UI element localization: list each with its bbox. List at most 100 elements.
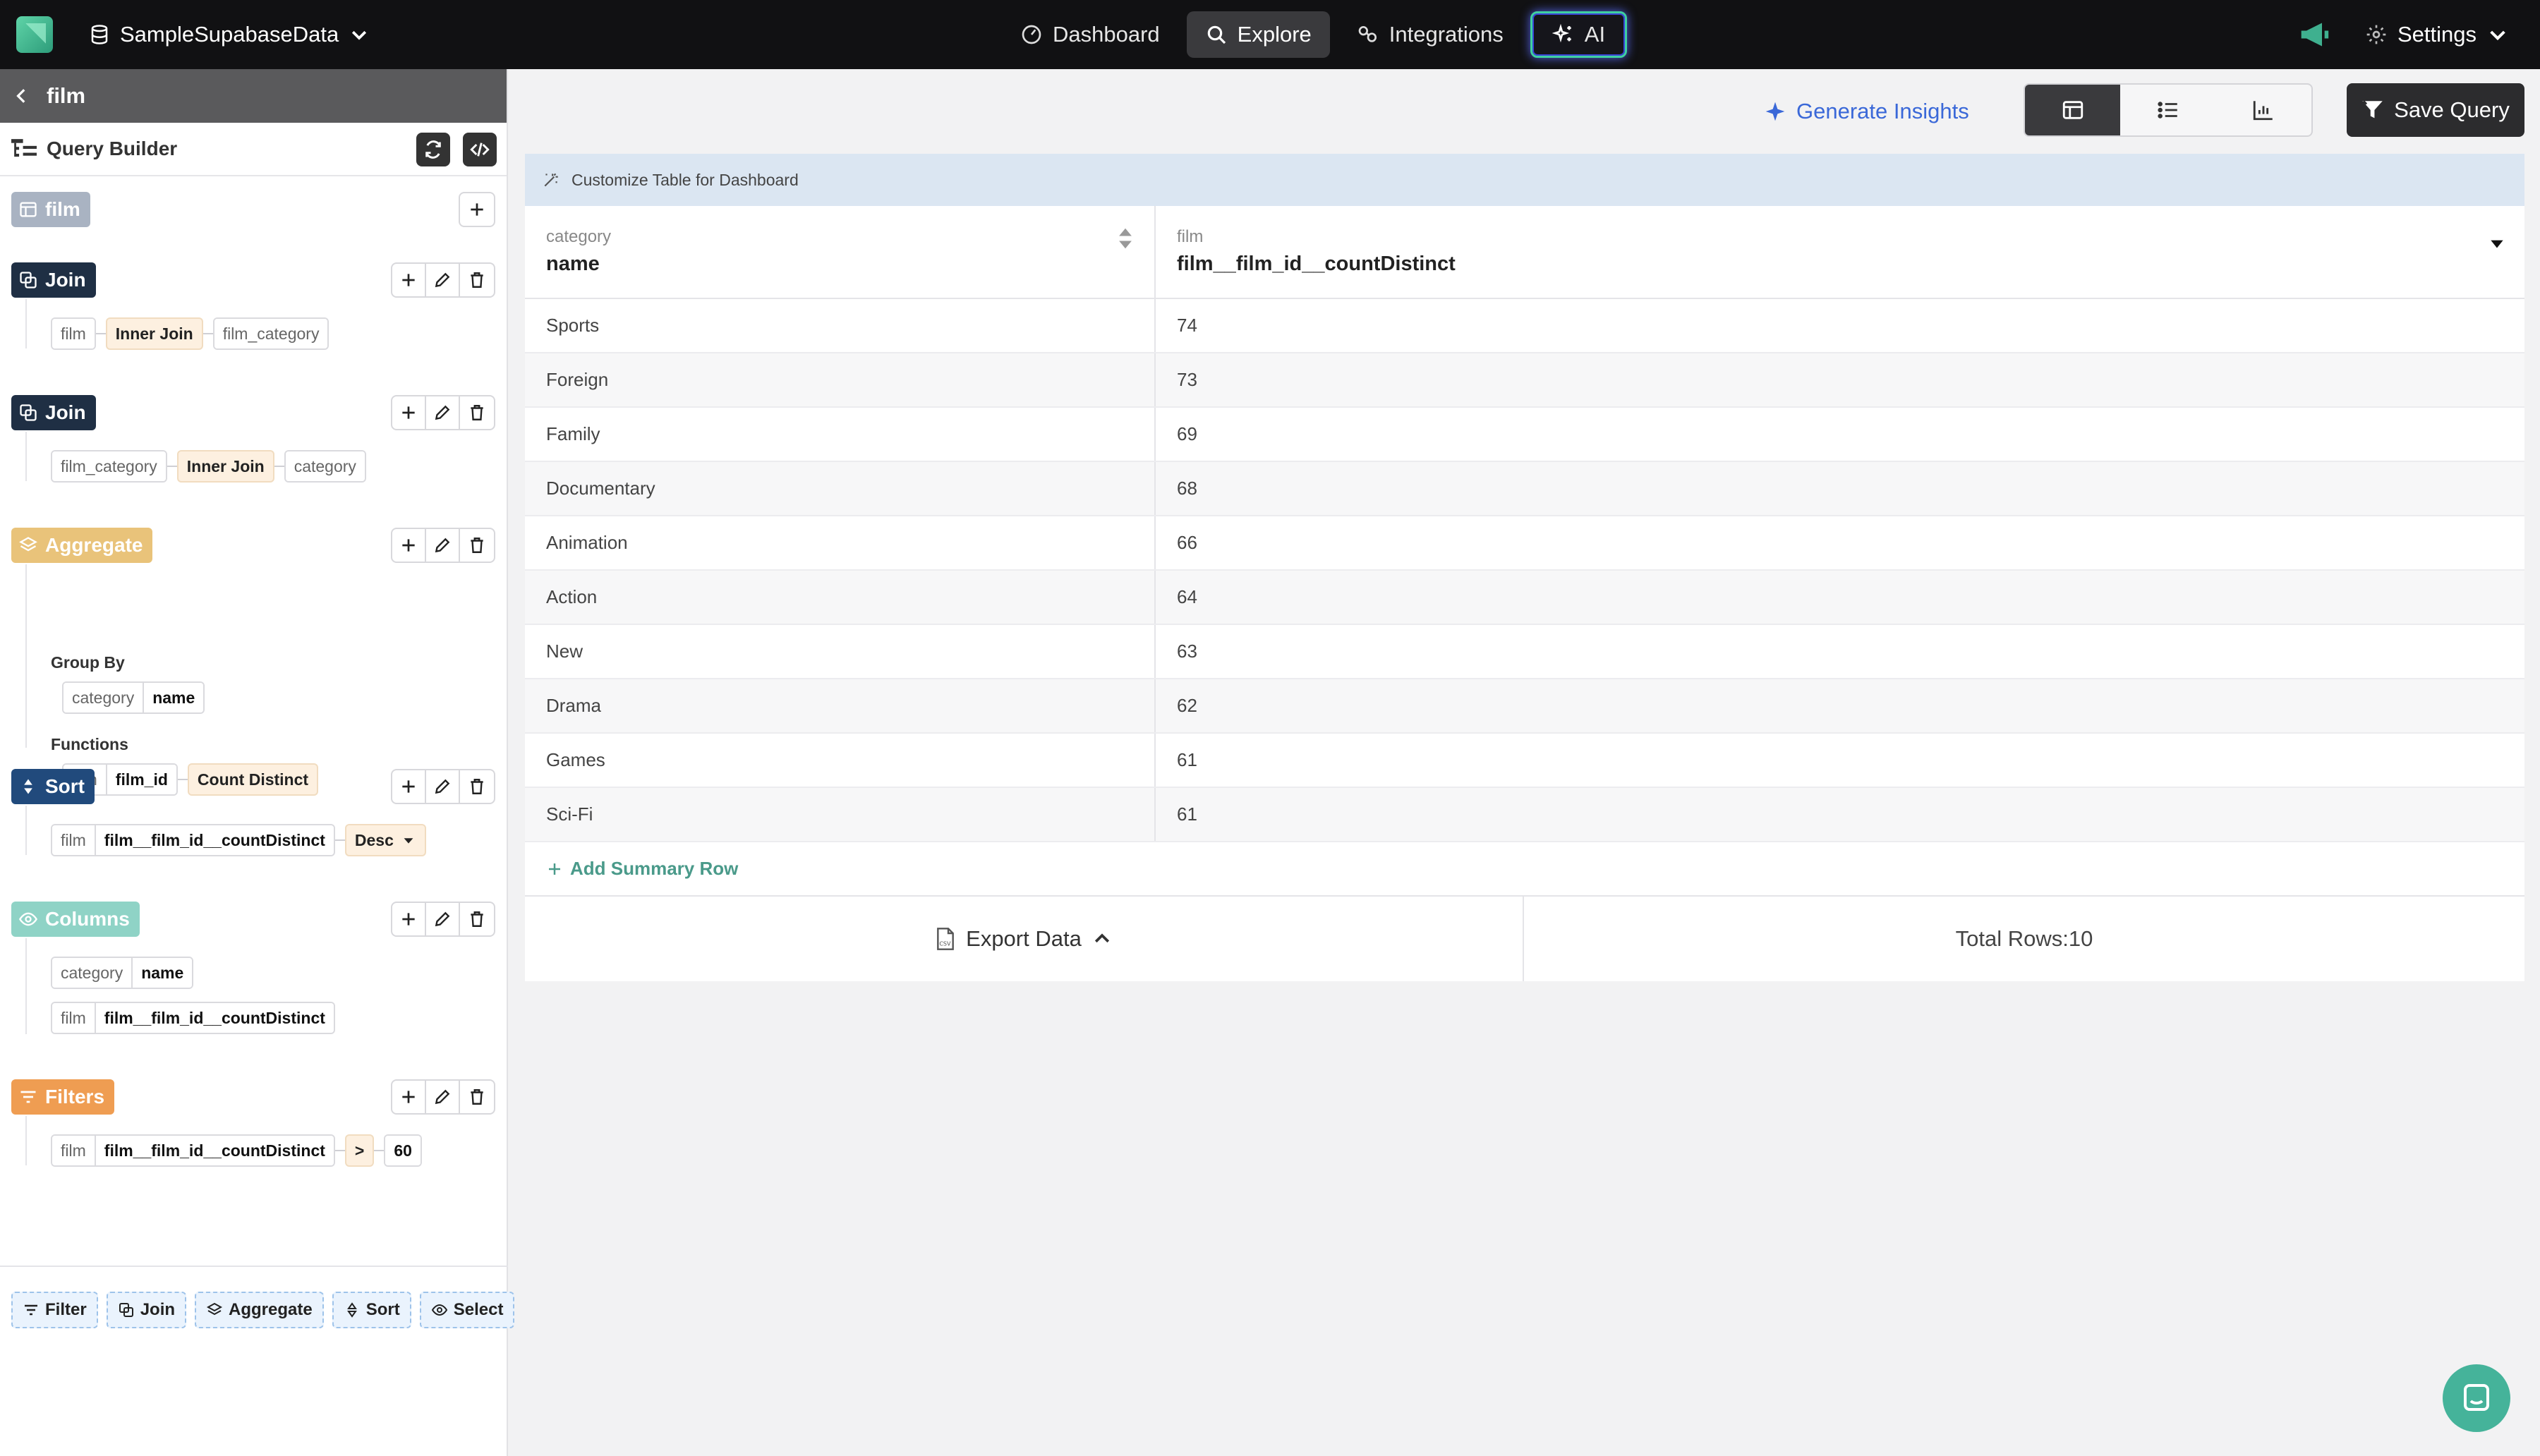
connector-line	[25, 806, 27, 855]
join-left-table[interactable]: film	[51, 317, 96, 350]
delete-button[interactable]	[460, 1081, 494, 1113]
chart-view-button[interactable]	[2216, 85, 2311, 135]
tab-integrations-label: Integrations	[1389, 22, 1504, 47]
table-row: Drama 62	[525, 679, 2524, 734]
join-type[interactable]: Inner Join	[105, 317, 203, 350]
join-type[interactable]: Inner Join	[176, 450, 274, 483]
cell-count: 66	[1177, 532, 1197, 553]
layers-icon	[206, 1302, 223, 1316]
tab-ai[interactable]: AI	[1530, 11, 1628, 58]
back-arrow-icon[interactable]	[13, 87, 31, 105]
view-code-button[interactable]	[463, 133, 497, 166]
group-by-field[interactable]: category name	[62, 681, 205, 714]
chip-column: film_id	[105, 765, 176, 794]
filter-field[interactable]: film film__film_id__countDistinct	[51, 1134, 335, 1167]
join-tag[interactable]: Join	[11, 395, 96, 430]
join-icon	[119, 1303, 133, 1317]
sort-direction-select[interactable]: Desc	[344, 824, 426, 856]
columns-tag-label: Columns	[45, 908, 130, 930]
table-row: Family 69	[525, 408, 2524, 462]
cell-name: Foreign	[525, 353, 1156, 406]
add-join-button[interactable]: Join	[106, 1292, 187, 1328]
chat-support-button[interactable]	[2443, 1364, 2510, 1432]
tab-explore[interactable]: Explore	[1186, 11, 1330, 58]
plus-icon	[402, 780, 415, 793]
edit-button[interactable]	[426, 903, 460, 935]
code-icon	[470, 142, 490, 157]
columns-tools	[391, 902, 495, 937]
join-2-tools	[391, 395, 495, 430]
join-right-table[interactable]: category	[284, 450, 366, 483]
sort-icon	[346, 1302, 357, 1318]
source-table-tag[interactable]: film	[11, 192, 90, 227]
function-chips: film film_id Count Distinct	[62, 763, 319, 796]
delete-button[interactable]	[460, 396, 494, 429]
table-header-row: category name film film__film_id__countD…	[525, 206, 2524, 299]
filters-tools	[391, 1079, 495, 1115]
columns-tag[interactable]: Columns	[11, 902, 140, 937]
cell-count: 73	[1177, 369, 1197, 390]
add-aggregate-button[interactable]: Aggregate	[195, 1292, 324, 1328]
export-data-button[interactable]: CSV Export Data	[525, 897, 1524, 981]
edit-button[interactable]	[426, 770, 460, 803]
join-right-table[interactable]: film_category	[212, 317, 329, 350]
add-step-button[interactable]	[460, 193, 494, 226]
sort-toggle-icon[interactable]	[1118, 227, 1133, 250]
cell-count: 64	[1177, 586, 1197, 607]
edit-button[interactable]	[426, 396, 460, 429]
edit-button[interactable]	[426, 264, 460, 296]
column-header-count[interactable]: film film__film_id__countDistinct	[1156, 206, 2524, 298]
datasource-selector[interactable]: SampleSupabaseData	[89, 18, 370, 51]
total-rows: Total Rows:10	[1955, 926, 2093, 951]
add-button[interactable]	[392, 529, 426, 562]
add-filter-button[interactable]: Filter	[11, 1292, 98, 1328]
delete-button[interactable]	[460, 529, 494, 562]
delete-button[interactable]	[460, 903, 494, 935]
add-button[interactable]	[392, 770, 426, 803]
aggregate-function[interactable]: Count Distinct	[187, 763, 319, 796]
announcements-icon[interactable]	[2299, 21, 2330, 48]
cell-count: 69	[1177, 423, 1197, 444]
aggregate-tag[interactable]: Aggregate	[11, 528, 153, 563]
add-button[interactable]	[392, 1081, 426, 1113]
table-header[interactable]: film	[0, 69, 507, 123]
filter-value[interactable]: 60	[384, 1134, 422, 1167]
tab-integrations[interactable]: Integrations	[1338, 11, 1522, 58]
column-field[interactable]: film film__film_id__countDistinct	[51, 1002, 335, 1034]
add-button[interactable]	[392, 264, 426, 296]
cell-count: 68	[1177, 478, 1197, 499]
generate-insights-button[interactable]: Generate Insights	[1764, 95, 1969, 128]
add-sort-button[interactable]: Sort	[332, 1292, 411, 1328]
column-header-name[interactable]: category name	[525, 206, 1156, 298]
delete-button[interactable]	[460, 264, 494, 296]
join-left-table[interactable]: film_category	[51, 450, 167, 483]
customize-table-bar[interactable]: Customize Table for Dashboard	[525, 154, 2524, 206]
list-icon	[2158, 102, 2177, 119]
tab-dashboard[interactable]: Dashboard	[1002, 11, 1178, 58]
settings-menu[interactable]: Settings	[2365, 18, 2509, 51]
sort-tag[interactable]: Sort	[11, 769, 95, 804]
add-summary-row-button[interactable]: Add Summary Row	[525, 842, 2524, 897]
join-2-chips: film_category Inner Join category	[51, 450, 366, 483]
delete-button[interactable]	[460, 770, 494, 803]
list-view-button[interactable]	[2120, 85, 2215, 135]
save-query-button[interactable]: Save Query	[2347, 83, 2524, 137]
join-tag[interactable]: Join	[11, 262, 96, 298]
table-icon	[20, 202, 37, 217]
sort-field[interactable]: film film__film_id__countDistinct	[51, 824, 335, 856]
tab-ai-label: AI	[1584, 22, 1606, 47]
filter-operator[interactable]: >	[344, 1134, 375, 1167]
sort-tag-label: Sort	[45, 775, 85, 797]
caret-down-icon[interactable]	[2488, 234, 2506, 253]
edit-button[interactable]	[426, 529, 460, 562]
edit-button[interactable]	[426, 1081, 460, 1113]
add-select-button[interactable]: Select	[419, 1292, 515, 1328]
add-button[interactable]	[392, 396, 426, 429]
app-logo[interactable]	[16, 16, 53, 53]
table-view-button[interactable]	[2025, 85, 2121, 135]
filters-tag[interactable]: Filters	[11, 1079, 115, 1115]
column-field[interactable]: category name	[51, 957, 194, 989]
add-button[interactable]	[392, 903, 426, 935]
cell-name: New	[525, 625, 1156, 678]
refresh-button[interactable]	[416, 133, 450, 166]
